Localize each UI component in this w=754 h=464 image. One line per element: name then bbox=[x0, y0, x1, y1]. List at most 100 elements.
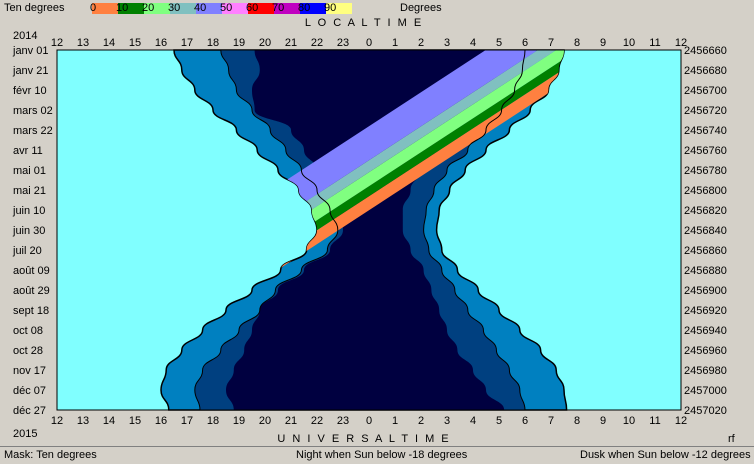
hour-tick-top: 1 bbox=[392, 37, 398, 49]
legend-label-50: 50 bbox=[220, 2, 233, 14]
date-label: avr 11 bbox=[13, 145, 43, 157]
jd-label: 2456920 bbox=[684, 305, 727, 317]
date-label: mars 02 bbox=[13, 105, 53, 117]
hour-tick-bottom: 17 bbox=[181, 415, 193, 427]
legend-label-70: 70 bbox=[272, 2, 285, 14]
legend-label-80: 80 bbox=[298, 2, 311, 14]
date-label: août 09 bbox=[13, 265, 50, 277]
date-label: févr 10 bbox=[13, 85, 47, 97]
jd-label: 2456940 bbox=[684, 325, 727, 337]
hour-tick-bottom: 8 bbox=[574, 415, 580, 427]
date-label: nov 17 bbox=[13, 365, 46, 377]
jd-label: 2456900 bbox=[684, 285, 727, 297]
hour-tick-bottom: 22 bbox=[311, 415, 323, 427]
hour-tick-top: 19 bbox=[233, 37, 245, 49]
legend-label-20: 20 bbox=[142, 2, 155, 14]
date-label: juin 30 bbox=[12, 225, 45, 237]
jd-label: 2456680 bbox=[684, 65, 727, 77]
legend-label-10: 10 bbox=[116, 2, 129, 14]
jd-label: 2456700 bbox=[684, 85, 727, 97]
legend-label-0: 0 bbox=[90, 2, 97, 14]
hour-tick-top: 12 bbox=[51, 37, 63, 49]
jd-label: 2456820 bbox=[684, 205, 727, 217]
hour-tick-top: 4 bbox=[470, 37, 476, 49]
legend-bar: Ten degrees 0 10 20 30 40 50 60 70 80 90 Degrees bbox=[0, 0, 754, 16]
hour-tick-top: 10 bbox=[623, 37, 635, 49]
hour-tick-bottom: 2 bbox=[418, 415, 424, 427]
hour-tick-bottom: 5 bbox=[496, 415, 502, 427]
hour-tick-top: 23 bbox=[337, 37, 349, 49]
hour-tick-top: 13 bbox=[77, 37, 89, 49]
jd-label: 2457000 bbox=[684, 385, 727, 397]
hour-tick-top: 15 bbox=[129, 37, 141, 49]
jd-label: 2456840 bbox=[684, 225, 727, 237]
hour-tick-bottom: 16 bbox=[155, 415, 167, 427]
hour-tick-top: 20 bbox=[259, 37, 271, 49]
hour-tick-top: 21 bbox=[285, 37, 297, 49]
hour-tick-top: 5 bbox=[496, 37, 502, 49]
hour-tick-bottom: 6 bbox=[522, 415, 528, 427]
date-label: mai 21 bbox=[13, 185, 46, 197]
hour-tick-bottom: 0 bbox=[366, 415, 372, 427]
hour-tick-bottom: 4 bbox=[470, 415, 476, 427]
date-label: oct 28 bbox=[13, 345, 43, 357]
hour-tick-bottom: 7 bbox=[548, 415, 554, 427]
hour-tick-bottom: 20 bbox=[259, 415, 271, 427]
jd-label: 2457020 bbox=[684, 405, 727, 417]
legend-label-30: 30 bbox=[168, 2, 181, 14]
jd-label: 2456660 bbox=[684, 45, 727, 57]
corner-label: rf bbox=[728, 433, 736, 445]
hour-tick-top: 6 bbox=[522, 37, 528, 49]
date-label: déc 07 bbox=[13, 385, 46, 397]
hour-tick-top: 0 bbox=[366, 37, 372, 49]
legend-unit: Degrees bbox=[400, 2, 442, 14]
hour-tick-top: 8 bbox=[574, 37, 580, 49]
jd-label: 2456860 bbox=[684, 245, 727, 257]
top-title: L O C A L T I M E bbox=[305, 17, 423, 29]
hour-tick-top: 22 bbox=[311, 37, 323, 49]
hour-tick-bottom: 3 bbox=[444, 415, 450, 427]
legend-title: Ten degrees bbox=[4, 2, 65, 14]
jd-label: 2456960 bbox=[684, 345, 727, 357]
hour-tick-bottom: 15 bbox=[129, 415, 141, 427]
date-label: sept 18 bbox=[13, 305, 49, 317]
hour-tick-top: 3 bbox=[444, 37, 450, 49]
legend-label-90: 90 bbox=[324, 2, 337, 14]
hour-tick-bottom: 14 bbox=[103, 415, 115, 427]
hour-tick-top: 16 bbox=[155, 37, 167, 49]
jd-label: 2456740 bbox=[684, 125, 727, 137]
status-mask: Mask: Ten degrees bbox=[4, 449, 97, 461]
legend-label-40: 40 bbox=[194, 2, 207, 14]
jd-label: 2456800 bbox=[684, 185, 727, 197]
year-bottom: 2015 bbox=[13, 428, 37, 440]
bottom-title: U N I V E R S A L T I M E bbox=[277, 433, 450, 445]
hour-tick-top: 2 bbox=[418, 37, 424, 49]
hour-tick-bottom: 1 bbox=[392, 415, 398, 427]
jd-label: 2456760 bbox=[684, 145, 727, 157]
date-label: oct 08 bbox=[13, 325, 43, 337]
hour-tick-bottom: 19 bbox=[233, 415, 245, 427]
date-label: janv 21 bbox=[12, 65, 48, 77]
hour-tick-bottom: 12 bbox=[51, 415, 63, 427]
date-label: mars 22 bbox=[13, 125, 53, 137]
legend-label-60: 60 bbox=[246, 2, 259, 14]
sky-chart: 1212131314141515161617171818191920202121… bbox=[12, 17, 736, 445]
jd-label: 2456880 bbox=[684, 265, 727, 277]
hour-tick-top: 7 bbox=[548, 37, 554, 49]
hour-tick-bottom: 10 bbox=[623, 415, 635, 427]
jd-label: 2456720 bbox=[684, 105, 727, 117]
jd-label: 2456780 bbox=[684, 165, 727, 177]
hour-tick-top: 18 bbox=[207, 37, 219, 49]
date-label: mai 01 bbox=[13, 165, 46, 177]
date-label: août 29 bbox=[13, 285, 50, 297]
status-bar: Mask: Ten degrees Night when Sun below -… bbox=[0, 446, 754, 464]
hour-tick-bottom: 18 bbox=[207, 415, 219, 427]
hour-tick-top: 9 bbox=[600, 37, 606, 49]
hour-tick-top: 17 bbox=[181, 37, 193, 49]
hour-tick-bottom: 9 bbox=[600, 415, 606, 427]
hour-tick-bottom: 13 bbox=[77, 415, 89, 427]
year-top: 2014 bbox=[13, 30, 37, 42]
hour-tick-top: 14 bbox=[103, 37, 115, 49]
date-label: juin 10 bbox=[12, 205, 45, 217]
hour-tick-bottom: 21 bbox=[285, 415, 297, 427]
